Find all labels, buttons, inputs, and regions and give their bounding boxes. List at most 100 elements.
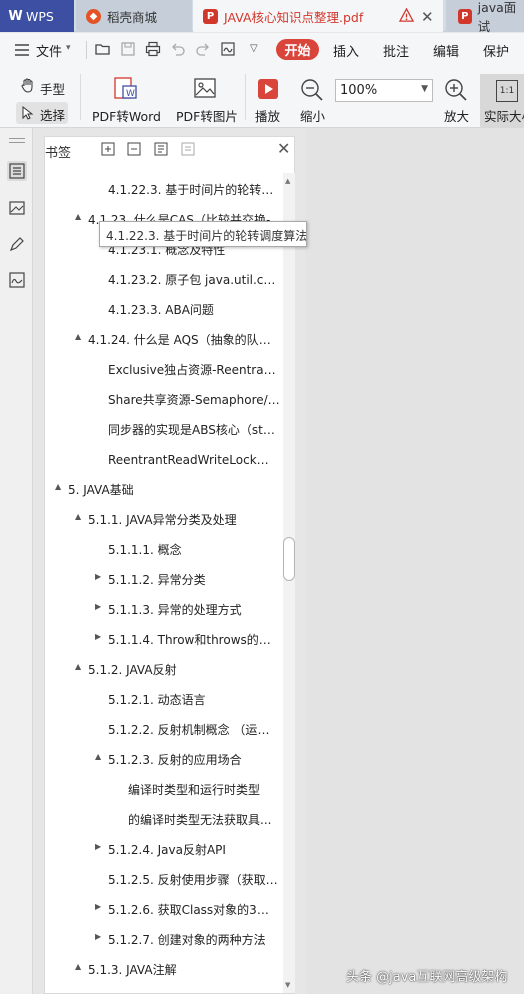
bookmark-list-icon[interactable]	[7, 161, 27, 181]
pdf-to-image-button[interactable]: PDF转图片	[176, 106, 238, 125]
hand-tool-icon	[21, 78, 33, 93]
tree-arrow-icon[interactable]: ▶	[95, 602, 101, 611]
tree-arrow-icon[interactable]: ▶	[95, 932, 101, 941]
bookmark-item[interactable]: 同步器的实现是ABS核心（stat...	[45, 413, 282, 443]
divider	[80, 74, 81, 120]
play-icon	[258, 79, 278, 99]
bookmark-label: 5.1.2.4. Java反射API	[108, 843, 226, 857]
bookmark-item[interactable]: 5.1.1.1. 概念	[45, 533, 282, 563]
signature-panel-icon[interactable]	[7, 270, 27, 290]
watermark-text: 头条 @java互联网高级架构	[346, 970, 508, 985]
bookmark-item[interactable]: 5.1.2.2. 反射机制概念 （运行...	[45, 713, 282, 743]
menu-bar: 文件 ▾ ▽ 开始 插入 批注 编辑 保护	[0, 33, 524, 66]
annotation-icon[interactable]	[7, 234, 27, 254]
bookmark-item[interactable]: 5.1.2.1. 动态语言	[45, 683, 282, 713]
bookmark-label: 4.1.22.3. 基于时间片的轮转调...	[108, 183, 278, 197]
bookmark-item[interactable]: 的编译时类型无法获取具...	[45, 803, 282, 833]
undo-icon[interactable]	[170, 41, 186, 57]
open-folder-icon[interactable]	[95, 41, 111, 57]
bookmark-item[interactable]: 编译时类型和运行时类型	[45, 773, 282, 803]
play-button[interactable]: 播放	[255, 106, 280, 125]
file-menu[interactable]: 文件	[36, 41, 62, 60]
save-icon[interactable]	[120, 41, 136, 57]
bookmark-item[interactable]: ▶ 5.1.1.4. Throw和throws的区别：	[45, 623, 282, 653]
bookmark-item[interactable]: 4.1.23.3. ABA问题	[45, 293, 282, 323]
tab-pdf-document[interactable]: P JAVA核心知识点整理.pdf ✕	[193, 0, 443, 32]
thumbnail-icon[interactable]	[7, 198, 27, 218]
signature-icon[interactable]	[220, 41, 236, 57]
bookmark-label: 5.1.2.1. 动态语言	[108, 693, 206, 707]
chevron-down-icon[interactable]: ▾	[66, 43, 71, 53]
zoom-in-button[interactable]: 放大	[444, 106, 469, 125]
tree-arrow-icon[interactable]: ▲	[95, 752, 101, 761]
bookmark-item[interactable]: ▶ 5.1.2.7. 创建对象的两种方法	[45, 923, 282, 953]
bookmark-scrollbar[interactable]: ▲ ▼	[283, 173, 295, 993]
bookmark-label: 5.1.1.4. Throw和throws的区别：	[108, 633, 280, 647]
bookmark-item[interactable]: ▲ 5.1.1. JAVA异常分类及处理	[45, 503, 282, 533]
tree-arrow-icon[interactable]: ▶	[95, 902, 101, 911]
close-panel-icon[interactable]: ✕	[277, 139, 290, 158]
tree-arrow-icon[interactable]: ▲	[75, 962, 81, 971]
tree-arrow-icon[interactable]: ▲	[75, 512, 81, 521]
scrollbar-thumb[interactable]	[283, 537, 295, 581]
divider	[245, 74, 246, 120]
tree-arrow-icon[interactable]: ▲	[55, 482, 61, 491]
tab-java-doc[interactable]: P java面试	[446, 0, 524, 34]
tree-arrow-icon[interactable]: ▲	[75, 212, 81, 221]
scroll-down-icon[interactable]: ▼	[285, 981, 290, 989]
menu-tab-protect[interactable]: 保护	[483, 41, 509, 60]
scroll-up-icon[interactable]: ▲	[285, 177, 290, 185]
bookmark-item[interactable]: 4.1.22.3. 基于时间片的轮转调...	[45, 173, 282, 203]
tree-arrow-icon[interactable]: ▶	[95, 842, 101, 851]
ribbon-toolbar: 手型 选择 W PDF转Word PDF转图片 播放 缩小 100% ▼ 放大	[0, 66, 524, 128]
print-icon[interactable]	[145, 41, 161, 57]
document-canvas[interactable]	[306, 128, 524, 994]
bookmark-panel-title: 书签	[45, 146, 72, 161]
bookmark-item[interactable]: Share共享资源-Semaphore/C...	[45, 383, 282, 413]
tree-arrow-icon[interactable]: ▲	[75, 332, 81, 341]
expand-all-icon[interactable]	[101, 142, 115, 156]
menu-tab-start[interactable]: 开始	[276, 39, 319, 60]
divider	[86, 41, 87, 59]
bookmark-item[interactable]: ▶ 5.1.1.3. 异常的处理方式	[45, 593, 282, 623]
zoom-level-select[interactable]: 100% ▼	[335, 79, 433, 102]
bookmark-item[interactable]: ▶ 5.1.2.6. 获取Class对象的3种方法	[45, 893, 282, 923]
bookmark-item[interactable]: ▲ 4.1.24. 什么是 AQS（抽象的队列...	[45, 323, 282, 353]
bookmark-label: 5.1.2.6. 获取Class对象的3种方法	[108, 903, 280, 917]
bookmark-item[interactable]: 5.1.2.5. 反射使用步骤（获取Cl...	[45, 863, 282, 893]
tree-arrow-icon[interactable]: ▶	[95, 632, 101, 641]
bookmark-label: 5.1.1.2. 异常分类	[108, 573, 206, 587]
zoom-out-button[interactable]: 缩小	[300, 106, 325, 125]
chevron-down-icon: ▼	[421, 84, 428, 94]
tab-wps[interactable]: W WPS	[0, 0, 74, 32]
bookmark-item[interactable]: ▶ 5.1.2.4. Java反射API	[45, 833, 282, 863]
tree-arrow-icon[interactable]: ▲	[75, 662, 81, 671]
add-bookmark-icon[interactable]	[154, 142, 168, 156]
bookmark-item[interactable]: ▶ 5.1.1.2. 异常分类	[45, 563, 282, 593]
bookmark-label: 5.1.2.2. 反射机制概念 （运行...	[108, 723, 278, 737]
close-tab-icon[interactable]: ✕	[421, 8, 434, 26]
more-chevron-icon[interactable]: ▽	[250, 43, 258, 54]
pdf-file-icon: P	[203, 8, 218, 24]
bookmark-item[interactable]: ▲ 5.1.3. JAVA注解	[45, 953, 282, 983]
left-sidebar	[0, 128, 33, 994]
collapse-all-icon[interactable]	[127, 142, 141, 156]
bookmark-item[interactable]: ▲ 5.1.2. JAVA反射	[45, 653, 282, 683]
redo-icon[interactable]	[195, 41, 211, 57]
hamburger-menu-icon[interactable]	[14, 42, 30, 58]
tree-arrow-icon[interactable]: ▶	[95, 572, 101, 581]
bookmark-item[interactable]: 4.1.23.2. 原子包 java.util.conc...	[45, 263, 282, 293]
bookmark-item[interactable]: ▲ 5. JAVA基础	[45, 473, 282, 503]
menu-tab-insert[interactable]: 插入	[333, 41, 359, 60]
tab-store[interactable]: ◆ 稻壳商城	[76, 0, 192, 32]
grip-line	[9, 138, 25, 139]
actual-size-button[interactable]: 1:1 实际大小	[480, 74, 524, 128]
menu-tab-annotate[interactable]: 批注	[383, 41, 409, 60]
bookmark-item[interactable]: ▲ 5.1.2.3. 反射的应用场合	[45, 743, 282, 773]
bookmark-item[interactable]: ReentrantReadWriteLock实现...	[45, 443, 282, 473]
bookmark-item[interactable]: Exclusive独占资源-ReentrantL...	[45, 353, 282, 383]
delete-bookmark-icon[interactable]	[181, 142, 195, 156]
hand-tool-button[interactable]: 手型	[40, 79, 65, 98]
pdf-to-word-button[interactable]: PDF转Word	[92, 106, 161, 125]
menu-tab-edit[interactable]: 编辑	[433, 41, 459, 60]
